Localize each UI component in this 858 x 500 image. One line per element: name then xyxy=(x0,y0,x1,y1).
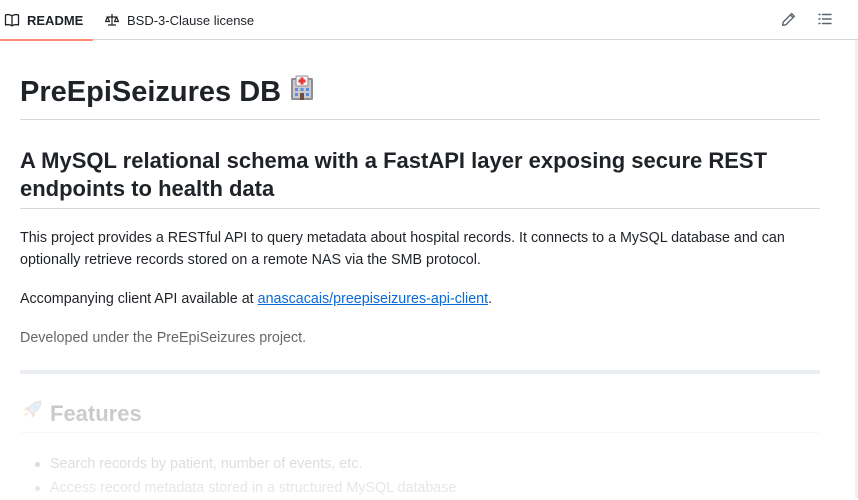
tab-readme[interactable]: README xyxy=(0,0,94,41)
developed-paragraph: Developed under the PreEpiSeizures proje… xyxy=(20,330,307,346)
client-suffix: . xyxy=(488,291,493,307)
client-paragraph: Accompanying client API available at ana… xyxy=(20,288,820,310)
features-heading: Features xyxy=(20,398,142,430)
client-api-link[interactable]: anascacais/preepiseizures-api-client xyxy=(258,291,488,307)
list-icon[interactable] xyxy=(817,11,833,32)
subtitle: A MySQL relational schema with a FastAPI… xyxy=(20,148,768,201)
features-heading-text: Features xyxy=(50,401,142,426)
rocket-icon xyxy=(20,398,44,430)
features-list: Search records by patient, number of eve… xyxy=(32,452,456,500)
client-prefix: Accompanying client API available at xyxy=(20,291,258,307)
intro-paragraph: This project provides a RESTful API to q… xyxy=(20,230,785,268)
tab-license-label: BSD-3-Clause license xyxy=(127,12,255,28)
page-title: PreEpiSeizures DB xyxy=(20,74,314,110)
readme-tabbar: README BSD-3-Clause license xyxy=(0,0,858,41)
list-item: Access record metadata stored in a struc… xyxy=(32,476,456,500)
page-title-text: PreEpiSeizures DB xyxy=(20,76,282,108)
tab-readme-label: README xyxy=(27,12,84,28)
features-divider xyxy=(20,432,820,433)
list-item: Search records by patient, number of eve… xyxy=(32,452,456,476)
tab-license[interactable]: BSD-3-Clause license xyxy=(104,0,254,40)
book-icon xyxy=(4,12,20,28)
title-divider xyxy=(20,119,820,120)
law-icon xyxy=(104,12,120,28)
subtitle-divider xyxy=(20,208,820,209)
section-divider xyxy=(20,370,820,374)
hospital-icon xyxy=(290,74,314,110)
pencil-icon[interactable] xyxy=(780,11,797,33)
